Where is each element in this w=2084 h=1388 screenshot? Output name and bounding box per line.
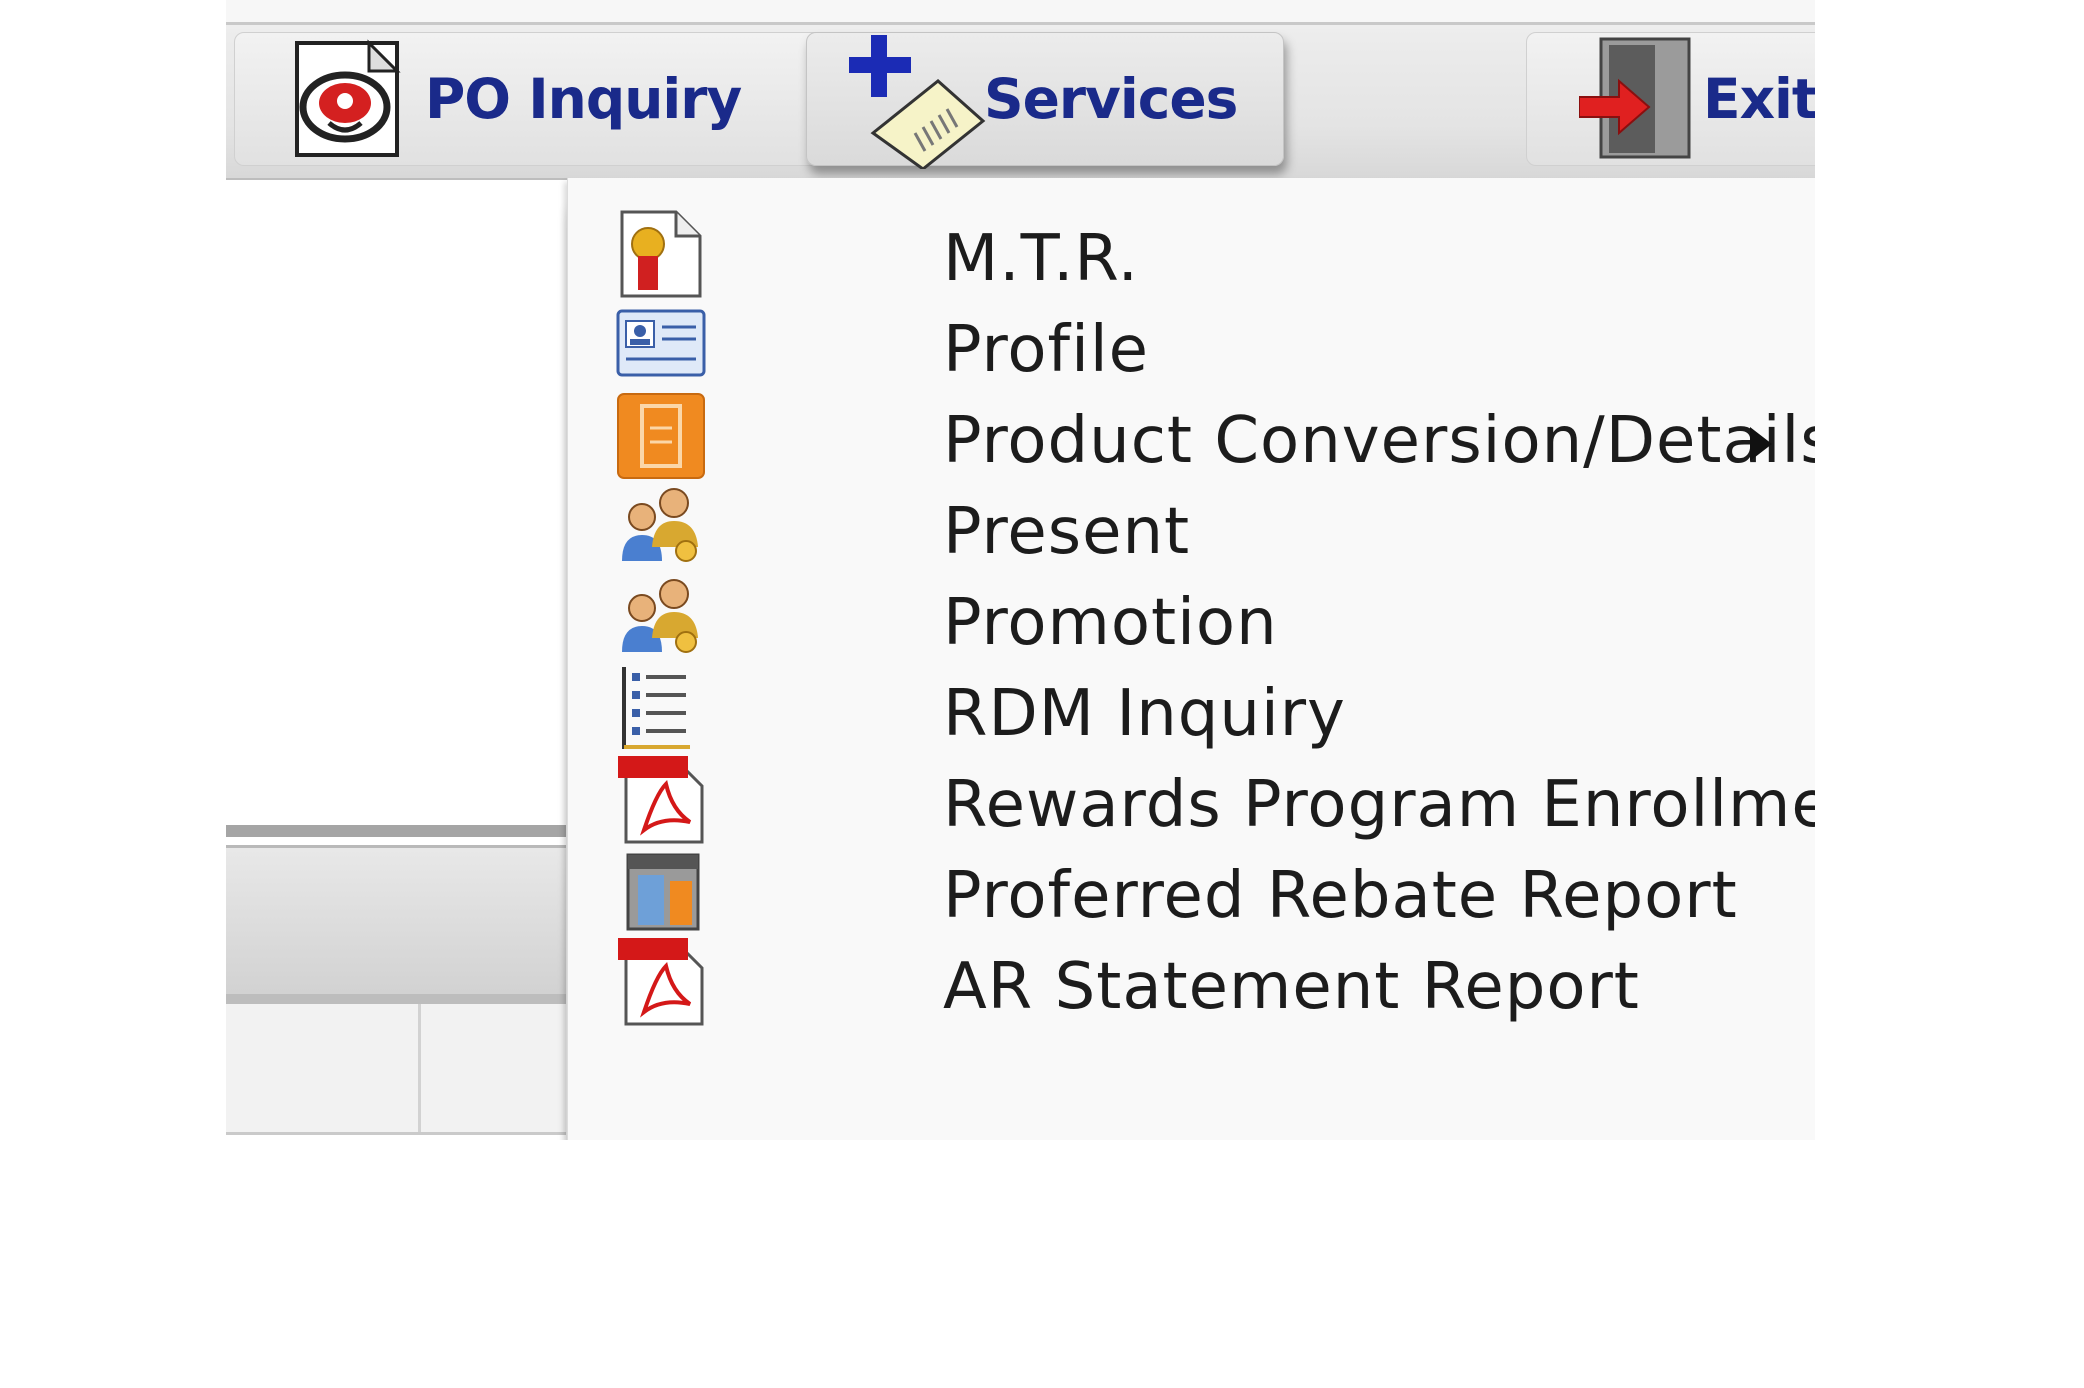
po-inquiry-label: PO Inquiry <box>425 67 742 131</box>
submenu-arrow-icon <box>1750 427 1772 461</box>
background-grid-divider <box>418 1004 421 1132</box>
exit-door-icon <box>1579 37 1691 159</box>
toolbar-top-edge <box>226 0 1815 25</box>
exit-button[interactable]: Exit <box>1526 32 1815 166</box>
background-grid-row <box>226 1004 566 1135</box>
menu-item-label: AR Statement Report <box>943 950 1640 1024</box>
services-dropdown-menu: M.T.R. Profile Product Conversion/Detail… <box>567 178 1815 1140</box>
menu-item-ar-statement-report[interactable]: AR Statement Report <box>568 920 1798 1040</box>
po-inquiry-icon <box>295 39 401 157</box>
background-panel-border <box>226 825 566 837</box>
services-label: Services <box>984 67 1238 131</box>
main-toolbar: PO Inquiry Services Exit <box>226 0 1815 180</box>
background-panel-border <box>226 994 566 1004</box>
background-panel-header <box>226 848 566 994</box>
application-area: PO Inquiry Services Exit M.T.R. Profile … <box>226 0 1815 1140</box>
pdf-icon <box>618 938 704 1026</box>
services-button[interactable]: Services <box>806 32 1284 169</box>
services-icon <box>849 35 986 169</box>
exit-label: Exit <box>1703 67 1815 131</box>
app-window: PO Inquiry Services Exit M.T.R. Profile … <box>0 0 2084 1388</box>
